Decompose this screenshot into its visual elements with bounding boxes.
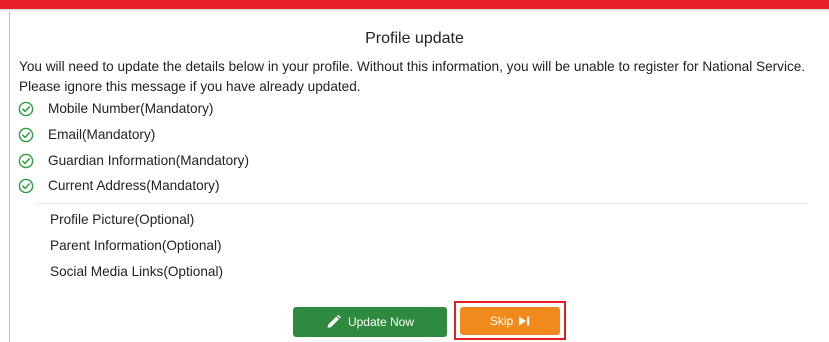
update-now-label: Update Now: [347, 315, 415, 329]
mandatory-item-address: Current Address(Mandatory): [18, 178, 220, 193]
top-accent-bar: [0, 0, 829, 9]
dialog-intro-text: You will need to update the details belo…: [19, 59, 806, 94]
mandatory-item-label: Email(Mandatory): [48, 127, 156, 142]
skip-forward-icon: [519, 316, 530, 326]
mandatory-item-label: Mobile Number(Mandatory): [48, 101, 214, 116]
mandatory-item-mobile: Mobile Number(Mandatory): [18, 101, 214, 116]
profile-update-dialog: Profile update You will need to update t…: [0, 0, 829, 342]
update-now-button[interactable]: Update Now: [293, 307, 447, 337]
mandatory-item-label: Guardian Information(Mandatory): [48, 153, 249, 168]
mandatory-item-guardian: Guardian Information(Mandatory): [18, 153, 249, 168]
section-divider: [37, 203, 808, 204]
optional-item-parent-info: Parent Information(Optional): [50, 238, 222, 253]
skip-button[interactable]: Skip: [460, 307, 560, 335]
dialog-title: Profile update: [365, 30, 464, 47]
top-bar-shadow: [0, 9, 829, 12]
check-circle-icon: [18, 127, 34, 142]
check-circle-icon: [18, 178, 34, 193]
skip-label: Skip: [489, 314, 514, 328]
optional-item-profile-picture: Profile Picture(Optional): [50, 212, 195, 227]
dialog-left-border: [9, 12, 10, 342]
check-circle-icon: [18, 101, 34, 116]
optional-item-social-media: Social Media Links(Optional): [50, 264, 224, 279]
check-circle-icon: [18, 153, 34, 168]
mandatory-item-email: Email(Mandatory): [18, 127, 156, 142]
pencil-icon: [327, 315, 341, 328]
mandatory-item-label: Current Address(Mandatory): [48, 178, 220, 193]
